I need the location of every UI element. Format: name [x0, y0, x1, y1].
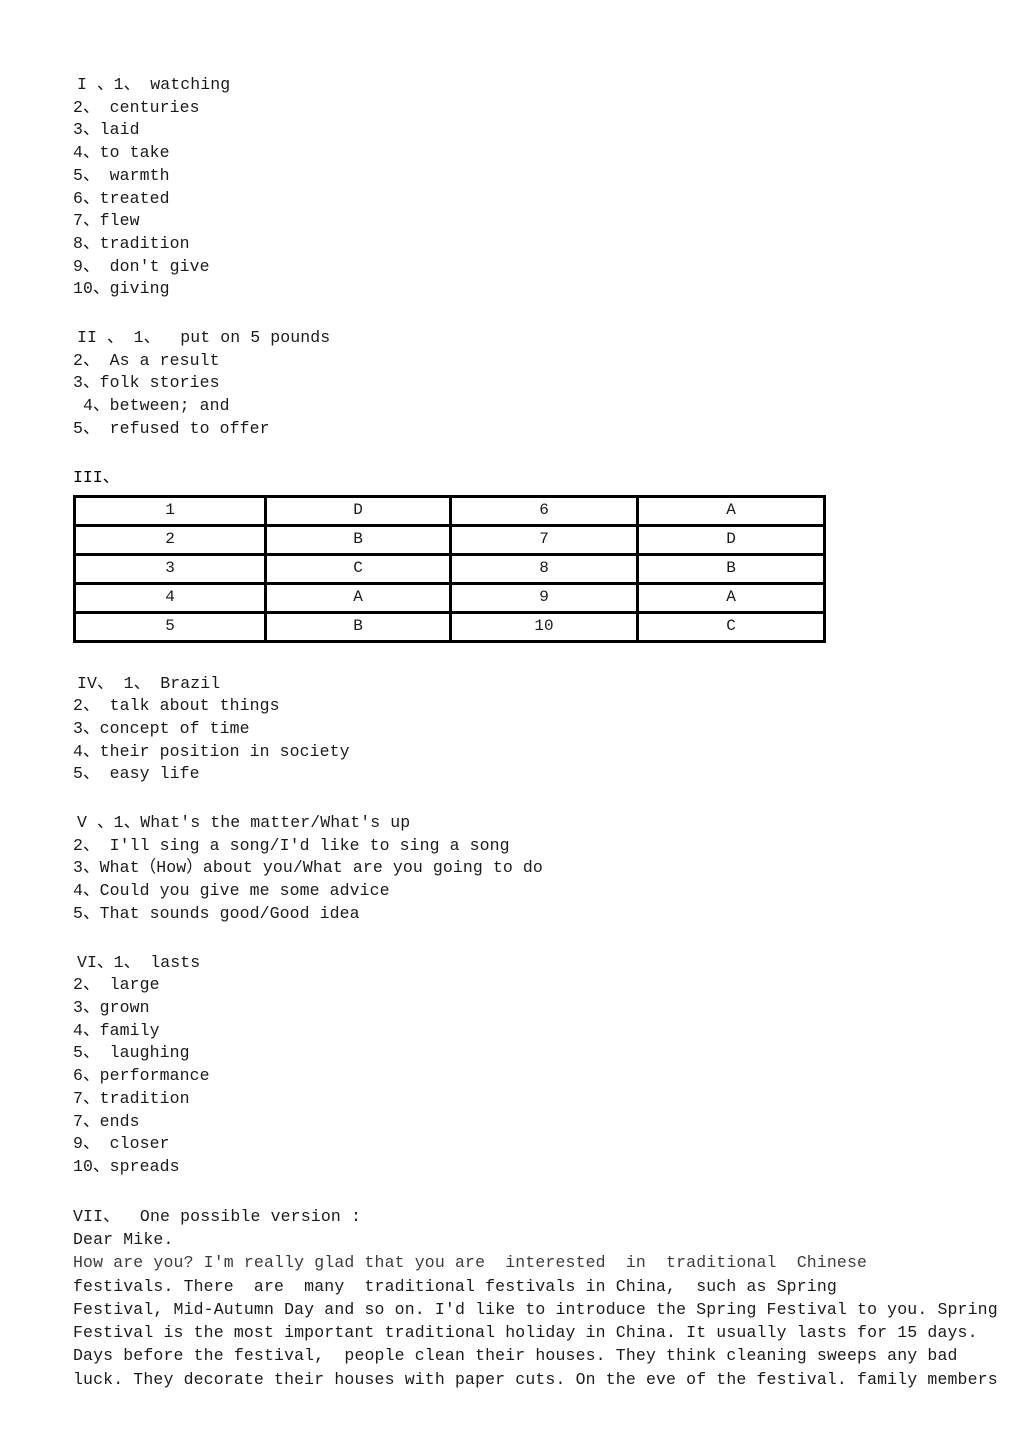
- section-7: VII、 One possible version : Dear Mike. H…: [73, 1205, 998, 1391]
- answer-line: 5、 refused to offer: [73, 418, 270, 438]
- table-cell: 8: [449, 552, 639, 585]
- letter-body-line: How are you? I'm really glad that you ar…: [73, 1253, 868, 1273]
- answer-line: VI、1、 lasts: [77, 952, 201, 972]
- table-cell: 9: [449, 581, 639, 614]
- table-cell: 1: [73, 494, 267, 527]
- answer-line: 9、 don't give: [73, 256, 210, 276]
- table-cell: 10: [449, 610, 639, 643]
- section-2: II 、 1、 put on 5 pounds 2、 As a result 3…: [73, 327, 973, 441]
- answer-line: 2、 centuries: [73, 97, 200, 117]
- table-cell: C: [636, 610, 826, 643]
- answer-table-wrapper: 1 D 6 A 2 B 7 D 3 C 8 B 4 A 9 A 5 B 10 C: [73, 494, 973, 643]
- answer-line: 4、family: [73, 1020, 160, 1040]
- table-cell: D: [636, 523, 826, 556]
- answer-line: 3、laid: [73, 120, 140, 140]
- section-3: III、 1 D 6 A 2 B 7 D 3 C 8 B 4 A 9 A 5 B…: [73, 467, 973, 643]
- answer-line: 2、 talk about things: [73, 696, 280, 716]
- letter-salutation: Dear Mike.: [73, 1229, 174, 1249]
- letter-body-line: Festival, Mid-Autumn Day and so on. I'd …: [73, 1299, 998, 1319]
- answer-line: 7、ends: [73, 1111, 140, 1131]
- answer-line: 5、 laughing: [73, 1043, 190, 1063]
- letter-body-line: Festival is the most important tradition…: [73, 1323, 978, 1343]
- answer-line: 3、grown: [73, 997, 150, 1017]
- answer-line: 7、tradition: [73, 1088, 190, 1108]
- table-cell: B: [264, 610, 452, 643]
- answer-line: 4、to take: [73, 143, 170, 163]
- answer-line: 10、spreads: [73, 1156, 180, 1176]
- document-content: I 、1、 watching 2、 centuries 3、laid 4、to …: [73, 74, 998, 1417]
- section-6: VI、1、 lasts 2、 large 3、grown 4、family 5、…: [73, 952, 973, 1179]
- answer-line: 10、giving: [73, 279, 170, 299]
- section-1: I 、1、 watching 2、 centuries 3、laid 4、to …: [73, 74, 973, 301]
- answer-line: 2、 large: [73, 975, 160, 995]
- answer-line: 2、 As a result: [73, 350, 220, 370]
- answer-line: 3、concept of time: [73, 718, 250, 738]
- table-cell: 3: [73, 552, 267, 585]
- answer-line: 6、treated: [73, 188, 170, 208]
- answer-line: 9、 closer: [73, 1134, 170, 1154]
- table-cell: A: [636, 494, 826, 527]
- answer-line: 5、 warmth: [73, 165, 170, 185]
- table-row: 5 B 10 C: [73, 610, 826, 643]
- answer-line: II 、 1、 put on 5 pounds: [77, 328, 331, 348]
- letter-body-line: Days before the festival, people clean t…: [73, 1346, 958, 1366]
- answer-line: 6、performance: [73, 1066, 210, 1086]
- answer-table: 1 D 6 A 2 B 7 D 3 C 8 B 4 A 9 A 5 B 10 C: [73, 494, 826, 643]
- table-cell: B: [264, 523, 452, 556]
- answer-line: IV、 1、 Brazil: [77, 673, 221, 693]
- answer-line: 7、flew: [73, 211, 140, 231]
- answer-line: 4、between; and: [73, 396, 230, 416]
- section-7-heading: VII、 One possible version :: [73, 1206, 362, 1226]
- table-row: 3 C 8 B: [73, 552, 826, 585]
- section-4: IV、 1、 Brazil 2、 talk about things 3、con…: [73, 673, 973, 787]
- table-cell: C: [264, 552, 452, 585]
- table-cell: B: [636, 552, 826, 585]
- section-3-marker: III、: [73, 467, 120, 487]
- answer-line: 3、folk stories: [73, 373, 220, 393]
- table-cell: A: [636, 581, 826, 614]
- table-cell: 7: [449, 523, 639, 556]
- answer-line: 5、 easy life: [73, 764, 200, 784]
- letter-body-line: festivals. There are many traditional fe…: [73, 1276, 837, 1296]
- letter-body-line: luck. They decorate their houses with pa…: [73, 1369, 998, 1389]
- section-5: V 、1、What's the matter/What's up 2、 I'll…: [73, 812, 973, 926]
- table-cell: A: [264, 581, 452, 614]
- answer-line: 2、 I'll sing a song/I'd like to sing a s…: [73, 835, 510, 855]
- answer-line: I 、1、 watching: [77, 75, 231, 94]
- answer-line: 4、their position in society: [73, 741, 350, 761]
- table-cell: D: [264, 494, 452, 527]
- table-cell: 4: [73, 581, 267, 614]
- answer-line: 8、tradition: [73, 233, 190, 253]
- answer-line: 3、What（How）about you/What are you going …: [73, 858, 543, 878]
- table-row: 4 A 9 A: [73, 581, 826, 614]
- table-cell: 6: [449, 494, 639, 527]
- answer-line: 5、That sounds good/Good idea: [73, 903, 360, 923]
- table-row: 1 D 6 A: [73, 494, 826, 527]
- document-page: I 、1、 watching 2、 centuries 3、laid 4、to …: [0, 0, 1024, 1448]
- table-row: 2 B 7 D: [73, 523, 826, 556]
- answer-line: V 、1、What's the matter/What's up: [77, 813, 411, 833]
- answer-line: 4、Could you give me some advice: [73, 881, 390, 901]
- table-cell: 5: [73, 610, 267, 643]
- table-cell: 2: [73, 523, 267, 556]
